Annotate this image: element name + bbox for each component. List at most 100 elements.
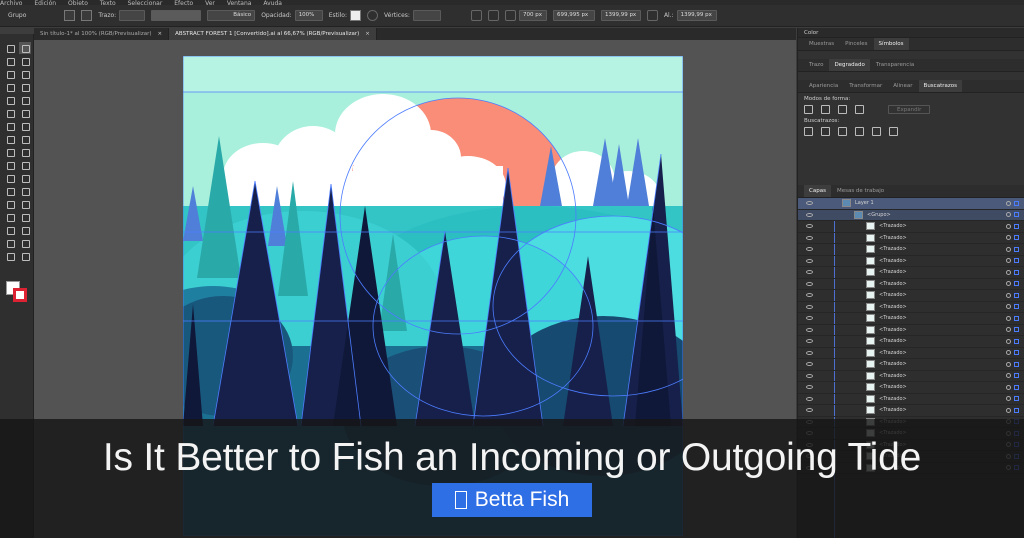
merge-icon[interactable] (838, 127, 847, 136)
reference-point-icon[interactable] (504, 10, 516, 21)
eye-icon[interactable] (806, 201, 813, 206)
tab-artboards[interactable]: Mesas de trabajo (832, 185, 889, 197)
selection-indicator[interactable] (1014, 350, 1019, 356)
eye-icon[interactable] (806, 408, 813, 413)
tab-appearance[interactable]: Apariencia (804, 80, 843, 92)
tool-button[interactable] (19, 224, 31, 236)
selection-indicator[interactable] (1014, 338, 1019, 344)
stroke-square[interactable] (13, 288, 27, 302)
target-circle-icon[interactable] (1006, 258, 1011, 264)
eye-icon[interactable] (806, 339, 813, 344)
selection-indicator[interactable] (1014, 269, 1019, 275)
target-circle-icon[interactable] (1006, 396, 1011, 402)
layer-row-path[interactable]: <Trazado> (798, 382, 1024, 394)
layer-row-path[interactable]: <Trazado> (798, 290, 1024, 302)
tab-abstract-forest[interactable]: ABSTRACT FOREST 1 [Convertido].ai al 66,… (169, 28, 377, 40)
eye-icon[interactable] (806, 373, 813, 378)
layer-row-path[interactable]: <Trazado> (798, 302, 1024, 313)
selection-indicator[interactable] (1014, 281, 1019, 287)
tool-button[interactable] (19, 237, 31, 249)
layer-row-path[interactable]: <Trazado> (798, 313, 1024, 325)
layer-row-path[interactable]: <Trazado> (798, 336, 1024, 348)
eye-icon[interactable] (806, 362, 813, 367)
tool-button[interactable] (4, 159, 16, 171)
layer-row-path[interactable]: <Trazado> (798, 244, 1024, 256)
fill-swatch[interactable] (64, 10, 76, 21)
selection-indicator[interactable] (1014, 200, 1019, 206)
target-circle-icon[interactable] (1006, 304, 1011, 310)
transform-icon[interactable] (470, 10, 482, 21)
selection-indicator[interactable] (1014, 327, 1019, 333)
tab-align[interactable]: Alinear (888, 80, 917, 92)
opacity-input[interactable]: 100% (294, 10, 323, 21)
selection-indicator[interactable] (1014, 315, 1019, 321)
tool-button[interactable] (4, 237, 16, 249)
tab-symbols[interactable]: Símbolos (873, 38, 909, 50)
target-circle-icon[interactable] (1006, 384, 1011, 390)
eye-icon[interactable] (806, 247, 813, 252)
outline-icon[interactable] (872, 127, 881, 136)
tab-transform[interactable]: Transformar (844, 80, 887, 92)
close-icon[interactable]: × (158, 28, 163, 40)
x-input[interactable]: 700 px (518, 10, 547, 21)
globe-icon[interactable] (366, 10, 378, 21)
target-circle-icon[interactable] (1006, 407, 1011, 413)
tool-button[interactable] (4, 42, 16, 54)
stroke-weight-input[interactable] (119, 10, 146, 21)
layer-row-path[interactable]: <Trazado> (798, 256, 1024, 267)
tab-transparency[interactable]: Transparencia (871, 59, 919, 71)
tab-layers[interactable]: Capas (804, 185, 831, 197)
selection-indicator[interactable] (1014, 292, 1019, 298)
article-headline[interactable]: Is It Better to Fish an Incoming or Outg… (0, 436, 1024, 480)
tab-swatches[interactable]: Muestras (804, 38, 839, 50)
eye-icon[interactable] (806, 281, 813, 286)
vertices-input[interactable] (412, 10, 441, 21)
eye-icon[interactable] (806, 235, 813, 240)
tool-button[interactable] (4, 211, 16, 223)
tool-button[interactable] (19, 120, 31, 132)
stroke-swatch[interactable] (81, 10, 93, 21)
layer-row-path[interactable]: <Trazado> (798, 371, 1024, 382)
target-circle-icon[interactable] (1006, 373, 1011, 379)
eye-icon[interactable] (806, 385, 813, 390)
crop-icon[interactable] (855, 127, 864, 136)
tab-stroke[interactable]: Trazo (804, 59, 828, 71)
target-circle-icon[interactable] (1006, 361, 1011, 367)
layer-row-group[interactable]: <Grupo> (798, 209, 1024, 221)
layer-row-path[interactable]: <Trazado> (798, 359, 1024, 371)
target-circle-icon[interactable] (1006, 315, 1011, 321)
tab-gradient[interactable]: Degradado (829, 59, 870, 71)
divide-icon[interactable] (804, 127, 813, 136)
target-circle-icon[interactable] (1006, 246, 1011, 252)
tab-untitled[interactable]: Sin título-1* al 100% (RGB/Previsualizar… (34, 28, 170, 40)
selection-indicator[interactable] (1014, 384, 1019, 390)
tool-button[interactable] (19, 185, 31, 197)
target-circle-icon[interactable] (1006, 200, 1011, 206)
layer-row-path[interactable]: <Trazado> (798, 267, 1024, 279)
tool-button[interactable] (19, 107, 31, 119)
tool-button[interactable] (19, 172, 31, 184)
variable-width-dropdown[interactable] (151, 10, 202, 21)
target-circle-icon[interactable] (1006, 292, 1011, 298)
target-circle-icon[interactable] (1006, 327, 1011, 333)
tool-button[interactable] (4, 198, 16, 210)
target-circle-icon[interactable] (1006, 223, 1011, 229)
tool-button[interactable] (19, 68, 31, 80)
tool-button[interactable] (19, 211, 31, 223)
align-icon[interactable] (487, 10, 499, 21)
tool-button[interactable] (4, 120, 16, 132)
target-circle-icon[interactable] (1006, 269, 1011, 275)
selection-indicator[interactable] (1014, 212, 1019, 218)
exclude-icon[interactable] (855, 105, 864, 114)
eye-icon[interactable] (806, 316, 813, 321)
target-circle-icon[interactable] (1006, 338, 1011, 344)
tool-button[interactable] (4, 81, 16, 93)
y-input[interactable]: 699,995 px (552, 10, 595, 21)
color-panel-header[interactable]: Color (798, 28, 1024, 38)
tool-button[interactable] (4, 94, 16, 106)
selection-indicator[interactable] (1014, 407, 1019, 413)
layer-row-path[interactable]: <Trazado> (798, 221, 1024, 233)
eye-icon[interactable] (806, 304, 813, 309)
trim-icon[interactable] (821, 127, 830, 136)
width-input[interactable]: 1399,99 px (600, 10, 641, 21)
